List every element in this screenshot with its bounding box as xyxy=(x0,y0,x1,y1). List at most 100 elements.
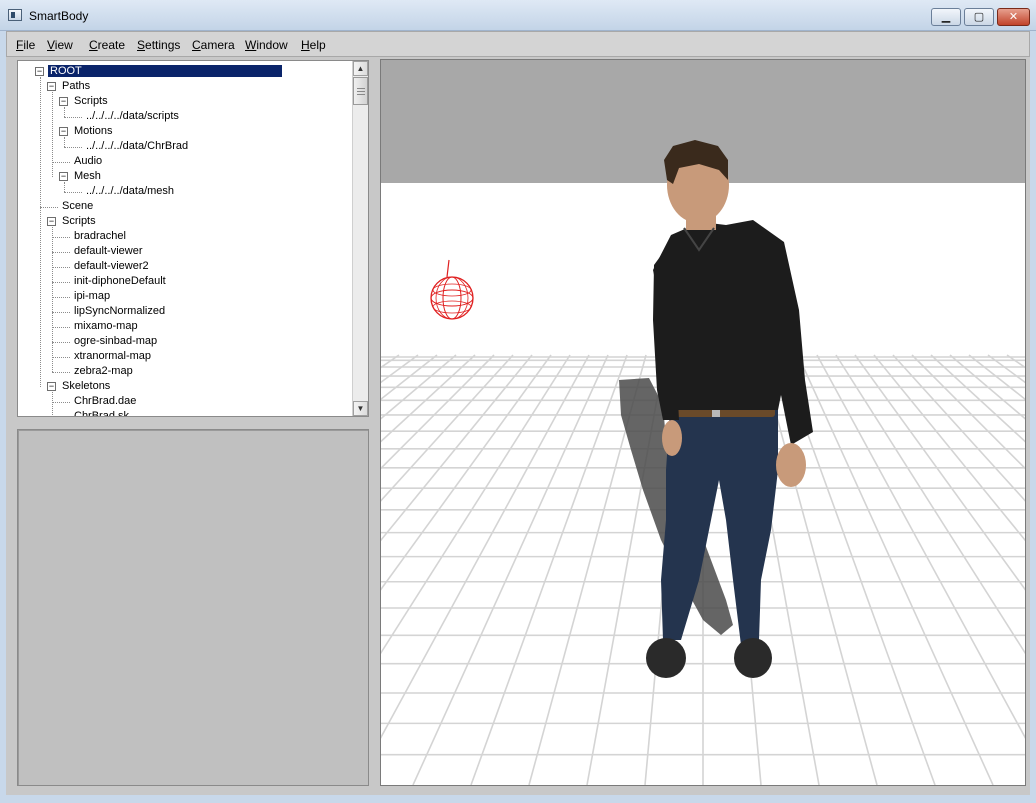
tree-node[interactable]: ../../../../data/scripts xyxy=(84,109,181,124)
tree-node[interactable]: bradrachel xyxy=(72,229,128,244)
3d-viewport[interactable] xyxy=(380,59,1026,786)
tree-connector xyxy=(40,207,58,208)
tree-node-label: ../../../../data/ChrBrad xyxy=(86,140,189,152)
tree-node[interactable]: ../../../../data/ChrBrad xyxy=(84,139,190,154)
tree-node-label: Skeletons xyxy=(62,380,111,392)
scene-canvas[interactable] xyxy=(381,60,1025,785)
tree-collapse-toggle[interactable]: − xyxy=(59,97,68,106)
tree-collapse-toggle[interactable]: − xyxy=(47,82,56,91)
tree-node-label: mixamo-map xyxy=(74,320,138,332)
tree-node[interactable]: ogre-sinbad-map xyxy=(72,334,159,349)
tree-node-label: Motions xyxy=(74,125,113,137)
tree-collapse-toggle[interactable]: − xyxy=(47,382,56,391)
maximize-button[interactable]: ▢ xyxy=(964,8,994,26)
menu-file[interactable]: File xyxy=(16,38,35,52)
tree-node-label: lipSyncNormalized xyxy=(74,305,166,317)
tree-node-label: ipi-map xyxy=(74,290,111,302)
tree-connector xyxy=(52,282,70,283)
tree-node[interactable]: ChrBrad.sk xyxy=(72,409,131,416)
menu-settings[interactable]: Settings xyxy=(137,38,180,52)
menu-bar: File View Create Settings Camera Window … xyxy=(6,31,1030,57)
tree-node[interactable]: zebra2-map xyxy=(72,364,135,379)
tree-node-label: ../../../../data/mesh xyxy=(86,185,175,197)
tree-connector xyxy=(64,117,82,118)
tree-connector xyxy=(52,327,70,328)
tree-collapse-toggle[interactable]: − xyxy=(59,127,68,136)
tree-node-label: zebra2-map xyxy=(74,365,133,377)
tree-node[interactable]: Scripts xyxy=(60,214,98,229)
tree-connector xyxy=(52,342,70,343)
tree-guide-line xyxy=(64,182,65,192)
tree-node[interactable]: Mesh xyxy=(72,169,103,184)
tree-connector xyxy=(52,312,70,313)
tree-content: ROOT − Paths − Scripts − ../../../../data/scri… xyxy=(18,61,352,416)
tree-node-label: xtranormal-map xyxy=(74,350,152,362)
character-hand-left xyxy=(662,420,682,456)
tree-connector xyxy=(52,357,70,358)
tree-connector xyxy=(52,162,70,163)
tree-scrollbar[interactable]: ▲ ▼ xyxy=(352,61,368,416)
tree-node-label: Scene xyxy=(62,200,94,212)
tree-connector xyxy=(52,297,70,298)
title-bar[interactable]: SmartBody ▁ ▢ ✕ xyxy=(0,0,1036,31)
tree-node-label: ../../../../data/scripts xyxy=(86,110,179,122)
menu-create[interactable]: Create xyxy=(89,38,125,52)
tree-guide-line xyxy=(64,107,65,117)
tree-node[interactable]: ipi-map xyxy=(72,289,112,304)
menu-window[interactable]: Window xyxy=(245,38,288,52)
tree-connector xyxy=(52,252,70,253)
tree-node[interactable]: default-viewer xyxy=(72,244,144,259)
scroll-up-button[interactable]: ▲ xyxy=(353,61,368,76)
tree-collapse-toggle[interactable]: − xyxy=(35,67,44,76)
tree-node-label: ROOT xyxy=(47,64,283,78)
app-icon xyxy=(8,9,22,21)
tree-connector xyxy=(52,237,70,238)
tree-node[interactable]: mixamo-map xyxy=(72,319,140,334)
belt-buckle xyxy=(712,409,720,417)
tree-node[interactable]: Skeletons xyxy=(60,379,112,394)
tree-connector xyxy=(52,402,70,403)
tree-connector xyxy=(64,192,82,193)
tree-node[interactable]: Audio xyxy=(72,154,104,169)
menu-camera[interactable]: Camera xyxy=(192,38,235,52)
attribute-panel xyxy=(17,429,369,786)
client-area: ROOT − Paths − Scripts − ../../../../data/scri… xyxy=(6,57,1030,795)
tree-node[interactable]: ChrBrad.dae xyxy=(72,394,138,409)
character-shoe-right xyxy=(734,638,772,678)
tree-connector xyxy=(52,372,70,373)
tree-node[interactable]: lipSyncNormalized xyxy=(72,304,167,319)
resource-tree[interactable]: ROOT − Paths − Scripts − ../../../../data/scri… xyxy=(17,60,369,417)
tree-node-label: default-viewer xyxy=(74,245,143,257)
tree-guide-line xyxy=(52,392,53,416)
tree-node-label: init-diphoneDefault xyxy=(74,275,166,287)
tree-node[interactable]: ROOT xyxy=(47,64,283,79)
tree-collapse-toggle[interactable]: − xyxy=(47,217,56,226)
menu-view[interactable]: View xyxy=(47,38,73,52)
tree-node-label: ChrBrad.dae xyxy=(74,395,137,407)
tree-node[interactable]: init-diphoneDefault xyxy=(72,274,168,289)
tree-node-label: ChrBrad.sk xyxy=(74,410,130,416)
tree-collapse-toggle[interactable]: − xyxy=(59,172,68,181)
tree-node[interactable]: default-viewer2 xyxy=(72,259,151,274)
tree-connector xyxy=(52,267,70,268)
tree-node[interactable]: Paths xyxy=(60,79,92,94)
tree-node-label: Paths xyxy=(62,80,91,92)
tree-connector xyxy=(64,147,82,148)
tree-node-label: ogre-sinbad-map xyxy=(74,335,158,347)
tree-node-label: default-viewer2 xyxy=(74,260,149,272)
character-shoe-left xyxy=(646,638,686,678)
tree-node[interactable]: Motions xyxy=(72,124,115,139)
tree-node[interactable]: Scripts xyxy=(72,94,110,109)
minimize-button[interactable]: ▁ xyxy=(931,8,961,26)
tree-node[interactable]: Scene xyxy=(60,199,95,214)
close-button[interactable]: ✕ xyxy=(997,8,1030,26)
menu-help[interactable]: Help xyxy=(301,38,326,52)
tree-guide-line xyxy=(64,137,65,147)
tree-guide-line xyxy=(40,77,41,387)
tree-node[interactable]: ../../../../data/mesh xyxy=(84,184,176,199)
scroll-down-button[interactable]: ▼ xyxy=(353,401,368,416)
tree-node-label: Scripts xyxy=(74,95,108,107)
tree-node-label: Mesh xyxy=(74,170,101,182)
tree-node[interactable]: xtranormal-map xyxy=(72,349,153,364)
scroll-thumb[interactable] xyxy=(353,77,368,105)
